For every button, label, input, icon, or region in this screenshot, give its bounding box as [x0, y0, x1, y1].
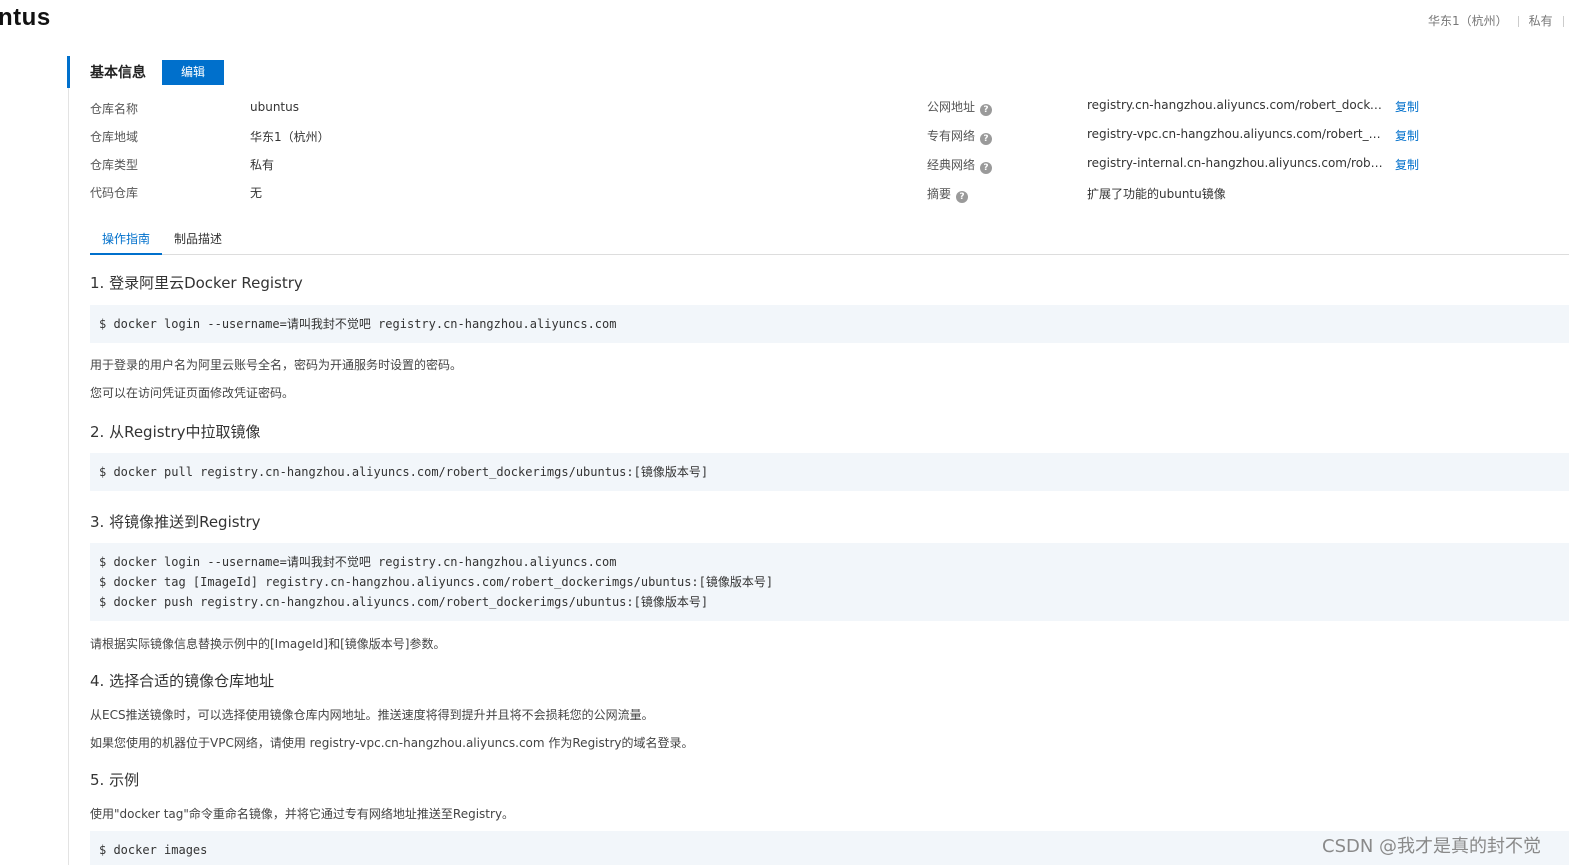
guide-note: 用于登录的用户名为阿里云账号全名，密码为开通服务时设置的密码。	[90, 358, 463, 372]
question-icon[interactable]: ?	[980, 162, 993, 174]
guide-note: 如果您使用的机器位于VPC网络，请使用 registry-vpc.cn-hang…	[90, 736, 694, 750]
code-line: $ docker login --username=请叫我封不觉吧 regist…	[99, 555, 617, 569]
region-label: 华东1（杭州）	[1428, 14, 1508, 28]
field-label: 代码仓库	[90, 186, 139, 200]
guide-note: 您可以在访问凭证页面修改凭证密码。	[90, 386, 295, 400]
visibility-label: 私有	[1528, 14, 1553, 28]
guide-heading-address: 4. 选择合适的镜像仓库地址	[90, 672, 275, 690]
edit-button[interactable]: 编辑	[162, 60, 224, 85]
repository-detail-page: ntus 华东1（杭州） 私有 基本信息 编辑 仓库名称 ubuntus 仓库地域…	[0, 0, 1569, 865]
question-icon[interactable]: ?	[980, 104, 993, 116]
field-label: 仓库类型	[90, 158, 139, 172]
divider	[1517, 16, 1519, 27]
code-block-push: $ docker login --username=请叫我封不觉吧 regist…	[90, 543, 1569, 621]
content-divider	[68, 56, 69, 865]
guide-heading-push: 3. 将镜像推送到Registry	[90, 513, 261, 531]
field-label: 仓库名称	[90, 102, 139, 116]
code-line: $ docker login --username=请叫我封不觉吧 regist…	[99, 317, 617, 331]
divider	[1562, 16, 1564, 27]
guide-note: 使用"docker tag"命令重命名镜像，并将它通过专有网络地址推送至Regi…	[90, 807, 515, 821]
copy-vpc-address-link[interactable]: 复制	[1395, 127, 1419, 144]
tab-operation-guide[interactable]: 操作指南	[90, 230, 163, 255]
page-title: ntus	[0, 4, 51, 31]
tab-artifact-description[interactable]: 制品描述	[162, 230, 234, 253]
field-label: 专有网络?	[927, 127, 993, 145]
question-icon[interactable]: ?	[980, 133, 993, 145]
vpc-address-value: registry-vpc.cn-hangzhou.aliyuncs.com/ro…	[1087, 127, 1385, 141]
guide-note: 请根据实际镜像信息替换示例中的[ImageId]和[镜像版本号]参数。	[90, 637, 446, 651]
code-block-login: $ docker login --username=请叫我封不觉吧 regist…	[90, 305, 1569, 343]
guide-heading-example: 5. 示例	[90, 771, 140, 789]
copy-classic-address-link[interactable]: 复制	[1395, 156, 1419, 173]
public-address-value: registry.cn-hangzhou.aliyuncs.com/robert…	[1087, 98, 1385, 112]
header-meta: 华东1（杭州） 私有	[1428, 12, 1569, 29]
code-line: $ docker tag [ImageId] registry.cn-hangz…	[99, 575, 774, 589]
code-block-pull: $ docker pull registry.cn-hangzhou.aliyu…	[90, 453, 1569, 491]
section-title-basic-info: 基本信息	[90, 65, 146, 81]
copy-public-address-link[interactable]: 复制	[1395, 98, 1419, 115]
guide-heading-pull: 2. 从Registry中拉取镜像	[90, 423, 261, 441]
summary-value: 扩展了功能的ubuntu镜像	[1087, 187, 1226, 201]
field-label: 经典网络?	[927, 156, 993, 174]
field-value: 私有	[250, 158, 275, 172]
field-label: 公网地址?	[927, 98, 993, 116]
field-value: 华东1（杭州）	[250, 130, 330, 144]
guide-note: 从ECS推送镜像时，可以选择使用镜像仓库内网地址。推送速度将得到提升并且将不会损…	[90, 708, 654, 722]
guide-heading-login: 1. 登录阿里云Docker Registry	[90, 274, 303, 292]
watermark: CSDN @我才是真的封不觉	[1322, 836, 1542, 857]
tab-bar: 操作指南 制品描述	[90, 226, 1569, 255]
code-line: $ docker push registry.cn-hangzhou.aliyu…	[99, 595, 709, 609]
field-label: 摘要?	[927, 185, 969, 203]
field-value: 无	[250, 186, 263, 200]
field-value: ubuntus	[250, 100, 299, 114]
section-accent-bar	[67, 56, 70, 88]
field-label: 仓库地域	[90, 130, 139, 144]
question-icon[interactable]: ?	[956, 191, 969, 203]
code-line: $ docker pull registry.cn-hangzhou.aliyu…	[99, 465, 709, 479]
classic-address-value: registry-internal.cn-hangzhou.aliyuncs.c…	[1087, 156, 1385, 170]
